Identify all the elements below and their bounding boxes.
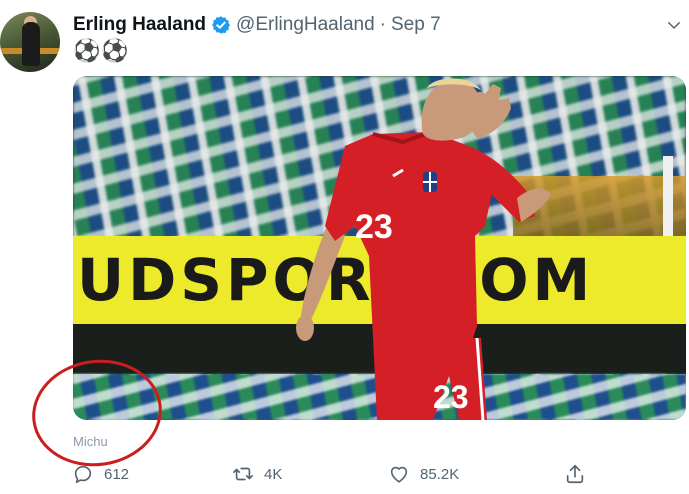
football-player: 23 23 (296, 78, 551, 420)
reply-button[interactable]: 612 (72, 463, 129, 485)
user-handle[interactable]: @ErlingHaaland (236, 14, 375, 36)
retweet-button[interactable]: 4K (232, 463, 282, 485)
shorts-number: 23 (433, 379, 469, 415)
like-count: 85.2K (420, 465, 460, 483)
retweet-icon (233, 467, 253, 481)
display-name[interactable]: Erling Haaland (73, 14, 206, 36)
watermark-text: Michu (73, 434, 108, 449)
tweet-text: ⚽⚽ (73, 38, 130, 63)
avatar[interactable] (0, 12, 60, 72)
tweet-photo[interactable]: UDSPORT.COM 23 23 (73, 76, 686, 420)
tweet-header: Erling Haaland @ErlingHaaland · Sep 7 (73, 14, 441, 36)
heart-icon (390, 466, 408, 483)
chevron-down-icon[interactable] (665, 16, 683, 34)
reply-icon (74, 465, 92, 484)
tweet-actions: 612 4K 85.2K (0, 463, 689, 491)
share-icon (566, 464, 584, 484)
reply-count: 612 (104, 465, 130, 483)
separator-dot: · (379, 14, 386, 35)
share-button[interactable] (564, 463, 586, 485)
tweet-date[interactable]: Sep 7 (391, 14, 441, 36)
retweet-count: 4K (264, 465, 283, 483)
like-button[interactable]: 85.2K (388, 463, 459, 485)
verified-badge-icon (212, 16, 231, 34)
shirt-number: 23 (355, 208, 393, 246)
